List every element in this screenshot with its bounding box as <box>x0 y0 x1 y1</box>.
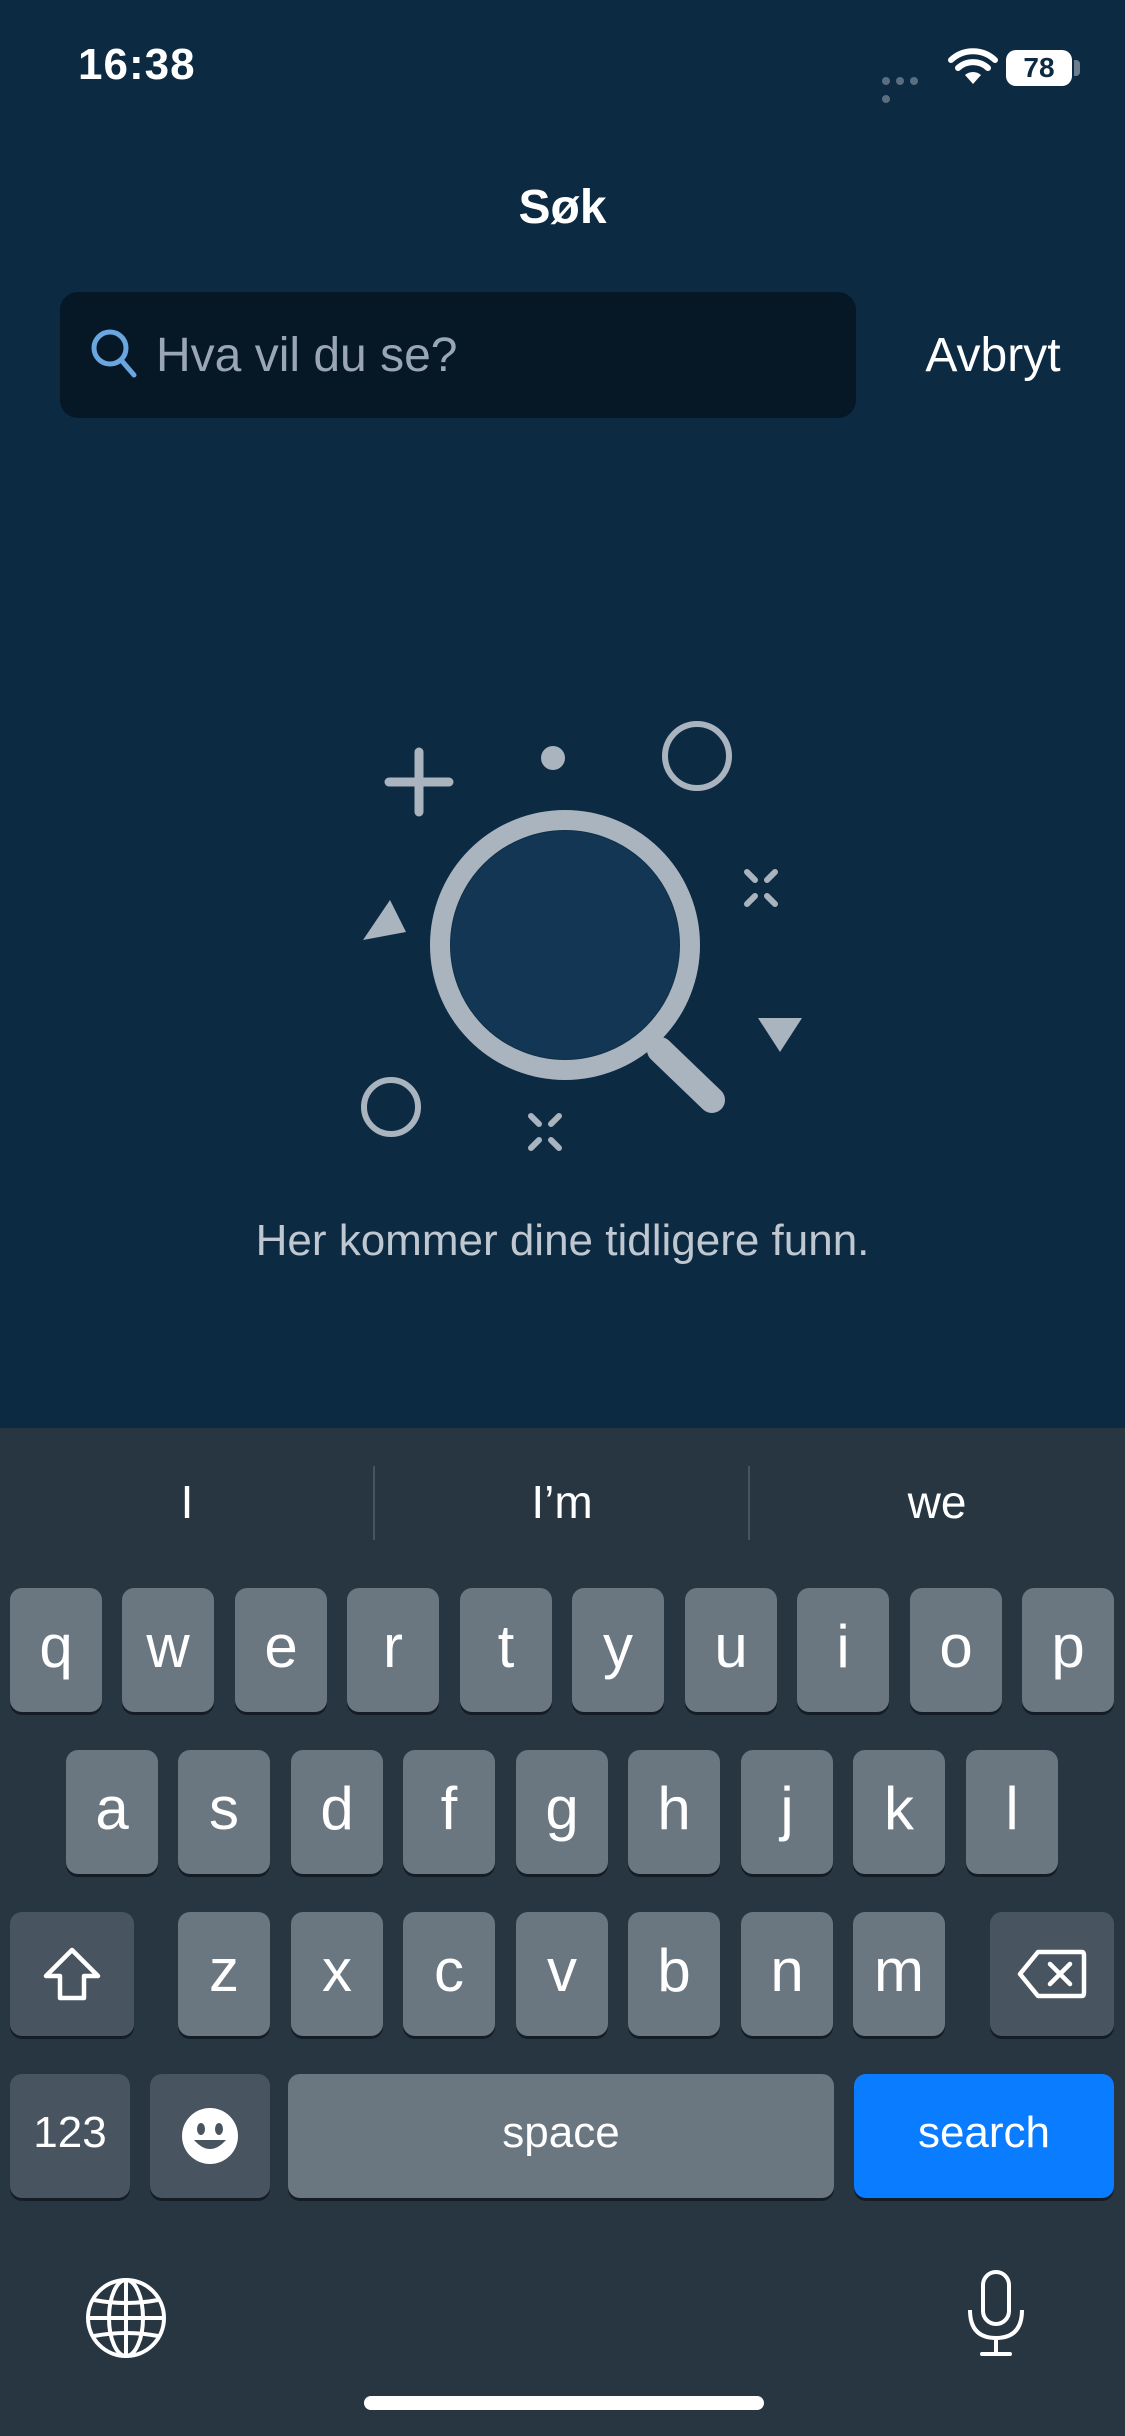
key-m[interactable]: m <box>853 1912 945 2036</box>
key-n[interactable]: n <box>741 1912 833 2036</box>
page-title: Søk <box>518 181 607 234</box>
key-i[interactable]: i <box>797 1588 889 1712</box>
home-indicator <box>364 2396 764 2410</box>
magnifying-glass-icon <box>300 700 820 1185</box>
search-field[interactable] <box>60 292 856 418</box>
cancel-button[interactable]: Avbryt <box>880 292 1106 418</box>
key-e[interactable]: e <box>235 1588 327 1712</box>
battery-cap <box>1074 60 1080 76</box>
numbers-key[interactable]: 123 <box>10 2074 130 2198</box>
key-q[interactable]: q <box>10 1588 102 1712</box>
search-input[interactable] <box>156 292 836 418</box>
microphone-icon[interactable] <box>964 2268 1028 2365</box>
key-k[interactable]: k <box>853 1750 945 1874</box>
key-a[interactable]: a <box>66 1750 158 1874</box>
shift-icon <box>43 1947 101 2001</box>
battery-icon: 78 <box>1006 50 1072 86</box>
search-key[interactable]: search <box>854 2074 1114 2198</box>
key-o[interactable]: o <box>910 1588 1002 1712</box>
key-u[interactable]: u <box>685 1588 777 1712</box>
backspace-key[interactable] <box>990 1912 1114 2036</box>
keyboard: I I’m we q w e r t y u i o p a s d f g h… <box>0 1428 1125 2436</box>
emoji-key[interactable] <box>150 2074 270 2198</box>
key-s[interactable]: s <box>178 1750 270 1874</box>
cellular-signal-icon <box>882 72 936 103</box>
key-v[interactable]: v <box>516 1912 608 2036</box>
key-j[interactable]: j <box>741 1750 833 1874</box>
key-x[interactable]: x <box>291 1912 383 2036</box>
backspace-icon <box>1017 1949 1087 1999</box>
globe-icon[interactable] <box>84 2276 168 2365</box>
key-h[interactable]: h <box>628 1750 720 1874</box>
emoji-icon <box>182 2108 238 2164</box>
key-f[interactable]: f <box>403 1750 495 1874</box>
key-g[interactable]: g <box>516 1750 608 1874</box>
suggestion-bar: I I’m we <box>0 1428 1125 1576</box>
key-z[interactable]: z <box>178 1912 270 2036</box>
empty-state-text: Her kommer dine tidligere funn. <box>255 1216 870 1265</box>
key-d[interactable]: d <box>291 1750 383 1874</box>
key-t[interactable]: t <box>460 1588 552 1712</box>
key-y[interactable]: y <box>572 1588 664 1712</box>
key-p[interactable]: p <box>1022 1588 1114 1712</box>
search-icon <box>90 328 140 387</box>
key-c[interactable]: c <box>403 1912 495 2036</box>
key-w[interactable]: w <box>122 1588 214 1712</box>
suggestion-item[interactable]: I <box>0 1428 374 1576</box>
status-time: 16:38 <box>78 40 196 89</box>
suggestion-item[interactable]: I’m <box>375 1428 749 1576</box>
space-key[interactable]: space <box>288 2074 834 2198</box>
status-bar: 16:38 78 <box>0 0 1125 140</box>
suggestion-item[interactable]: we <box>750 1428 1124 1576</box>
key-r[interactable]: r <box>347 1588 439 1712</box>
key-l[interactable]: l <box>966 1750 1058 1874</box>
key-b[interactable]: b <box>628 1912 720 2036</box>
shift-key[interactable] <box>10 1912 134 2036</box>
wifi-icon <box>948 48 998 91</box>
